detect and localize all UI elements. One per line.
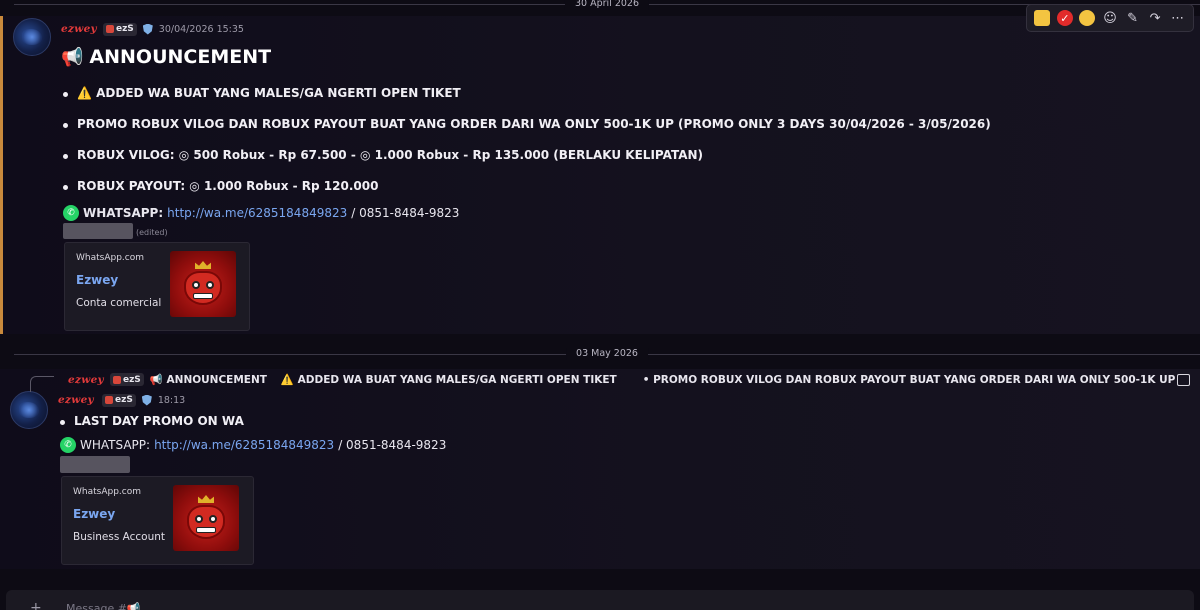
list-item: LAST DAY PROMO ON WA [60,414,244,428]
whatsapp-phone: / 0851-8484-9823 [351,206,460,220]
username[interactable]: ezwey [58,394,94,406]
avatar[interactable] [13,18,51,56]
shield-icon [142,23,153,35]
add-attachment-icon[interactable]: + [30,600,42,610]
whatsapp-link[interactable]: http://wa.me/6285184849823 [154,438,334,452]
list-item: PROMO ROBUX VILOG DAN ROBUX PAYOUT BUAT … [63,117,991,131]
whatsapp-icon: ✆ [60,437,76,453]
embed-title[interactable]: Ezwey [76,273,118,287]
reply-connector [30,376,54,392]
promo-list: LAST DAY PROMO ON WA [60,414,244,428]
reply-preview-title: 📢 ANNOUNCEMENT [149,374,267,386]
edit-icon[interactable]: ✎ [1124,9,1142,27]
announcement-title: 📢 ANNOUNCEMENT [61,46,271,68]
message-input[interactable]: Message #📢 [66,602,141,610]
timestamp[interactable]: 18:13 [158,395,185,406]
server-tag-label: ezS [115,24,134,34]
server-tag[interactable]: ezS [102,22,137,36]
reply-icon[interactable]: ↷ [1146,9,1164,27]
message-action-toolbar: ✓ ☺ ✎ ↷ ⋯ [1026,4,1194,32]
tag-icon [105,25,114,33]
devil-mascot-icon [186,272,220,303]
list-item: ROBUX PAYOUT: ◎ 1.000 Robux - Rp 120.000 [63,179,991,193]
image-attachment-icon [1177,374,1190,386]
reply-preview[interactable]: ezwey ezS 📢 ANNOUNCEMENT ⚠️ ADDED WA BUA… [62,373,1176,386]
server-tag-label: ezS [115,395,133,405]
redacted-block [60,456,130,473]
list-item: ROBUX VILOG: ◎ 500 Robux - Rp 67.500 - ◎… [63,148,991,162]
announcement-list: ⚠️ ADDED WA BUAT YANG MALES/GA NGERTI OP… [63,86,991,193]
date-divider-label-1: 30 April 2026 [564,0,650,10]
embed-provider[interactable]: WhatsApp.com [76,253,144,263]
crown-icon [198,495,214,503]
link-embed[interactable]: WhatsApp.com Ezwey Business Account [61,476,254,565]
check-reaction-icon[interactable]: ✓ [1056,9,1074,27]
reply-server-tag: ezS [109,373,144,386]
date-divider-label-2: 03 May 2026 [566,348,648,360]
embed-thumbnail[interactable] [173,485,239,551]
whatsapp-line: ✆ WHATSAPP: http://wa.me/6285184849823 /… [63,205,459,221]
embed-description: Business Account [73,531,166,543]
whatsapp-icon: ✆ [63,205,79,221]
add-reaction-icon[interactable]: ☺ [1101,9,1119,27]
whatsapp-link[interactable]: http://wa.me/6285184849823 [167,206,347,220]
more-options-icon[interactable]: ⋯ [1169,9,1187,27]
redacted-block [63,223,133,239]
reply-preview-line-2: • PROMO ROBUX VILOG DAN ROBUX PAYOUT BUA… [642,373,1176,386]
link-embed[interactable]: WhatsApp.com Ezwey Conta comercial [64,242,250,331]
announcement-title-text: ANNOUNCEMENT [89,46,272,68]
embed-thumbnail[interactable] [170,251,236,317]
embed-description: Conta comercial [76,297,162,309]
whatsapp-phone: / 0851-8484-9823 [338,438,447,452]
crown-icon [195,261,211,269]
message-header: ezwey ezS 30/04/2026 15:35 [61,22,244,36]
crying-face-icon[interactable] [1078,9,1096,27]
timestamp[interactable]: 30/04/2026 15:35 [159,24,244,35]
shield-icon [141,394,152,406]
embed-title[interactable]: Ezwey [73,507,115,521]
laughing-cat-icon[interactable] [1033,9,1051,27]
reply-username[interactable]: ezwey [68,374,104,386]
whatsapp-label: WHATSAPP: [80,438,151,452]
reply-server-tag-label: ezS [122,374,141,385]
avatar[interactable] [10,391,48,429]
embed-provider[interactable]: WhatsApp.com [73,487,141,497]
edited-label: (edited) [136,228,168,237]
username[interactable]: ezwey [61,23,97,35]
message-last-day-promo[interactable]: ezwey ezS 📢 ANNOUNCEMENT ⚠️ ADDED WA BUA… [0,369,1200,569]
whatsapp-line: ✆ WHATSAPP: http://wa.me/6285184849823 /… [60,437,446,453]
megaphone-icon: 📢 [61,46,84,68]
server-tag[interactable]: ezS [102,393,136,407]
message-composer[interactable]: + Message #📢 [6,590,1194,610]
tag-icon [105,396,113,404]
devil-mascot-icon [189,506,223,537]
message-header: ezS 18:13 [102,393,185,407]
list-item: ⚠️ ADDED WA BUAT YANG MALES/GA NGERTI OP… [63,86,991,100]
tag-icon [112,375,121,384]
reply-preview-line-1: ⚠️ ADDED WA BUAT YANG MALES/GA NGERTI OP… [280,374,617,386]
message-username-row: ezwey [58,393,94,407]
whatsapp-label: WHATSAPP: [83,206,164,220]
message-announcement[interactable]: ezwey ezS 30/04/2026 15:35 📢 ANNOUNCEMEN… [0,16,1200,334]
